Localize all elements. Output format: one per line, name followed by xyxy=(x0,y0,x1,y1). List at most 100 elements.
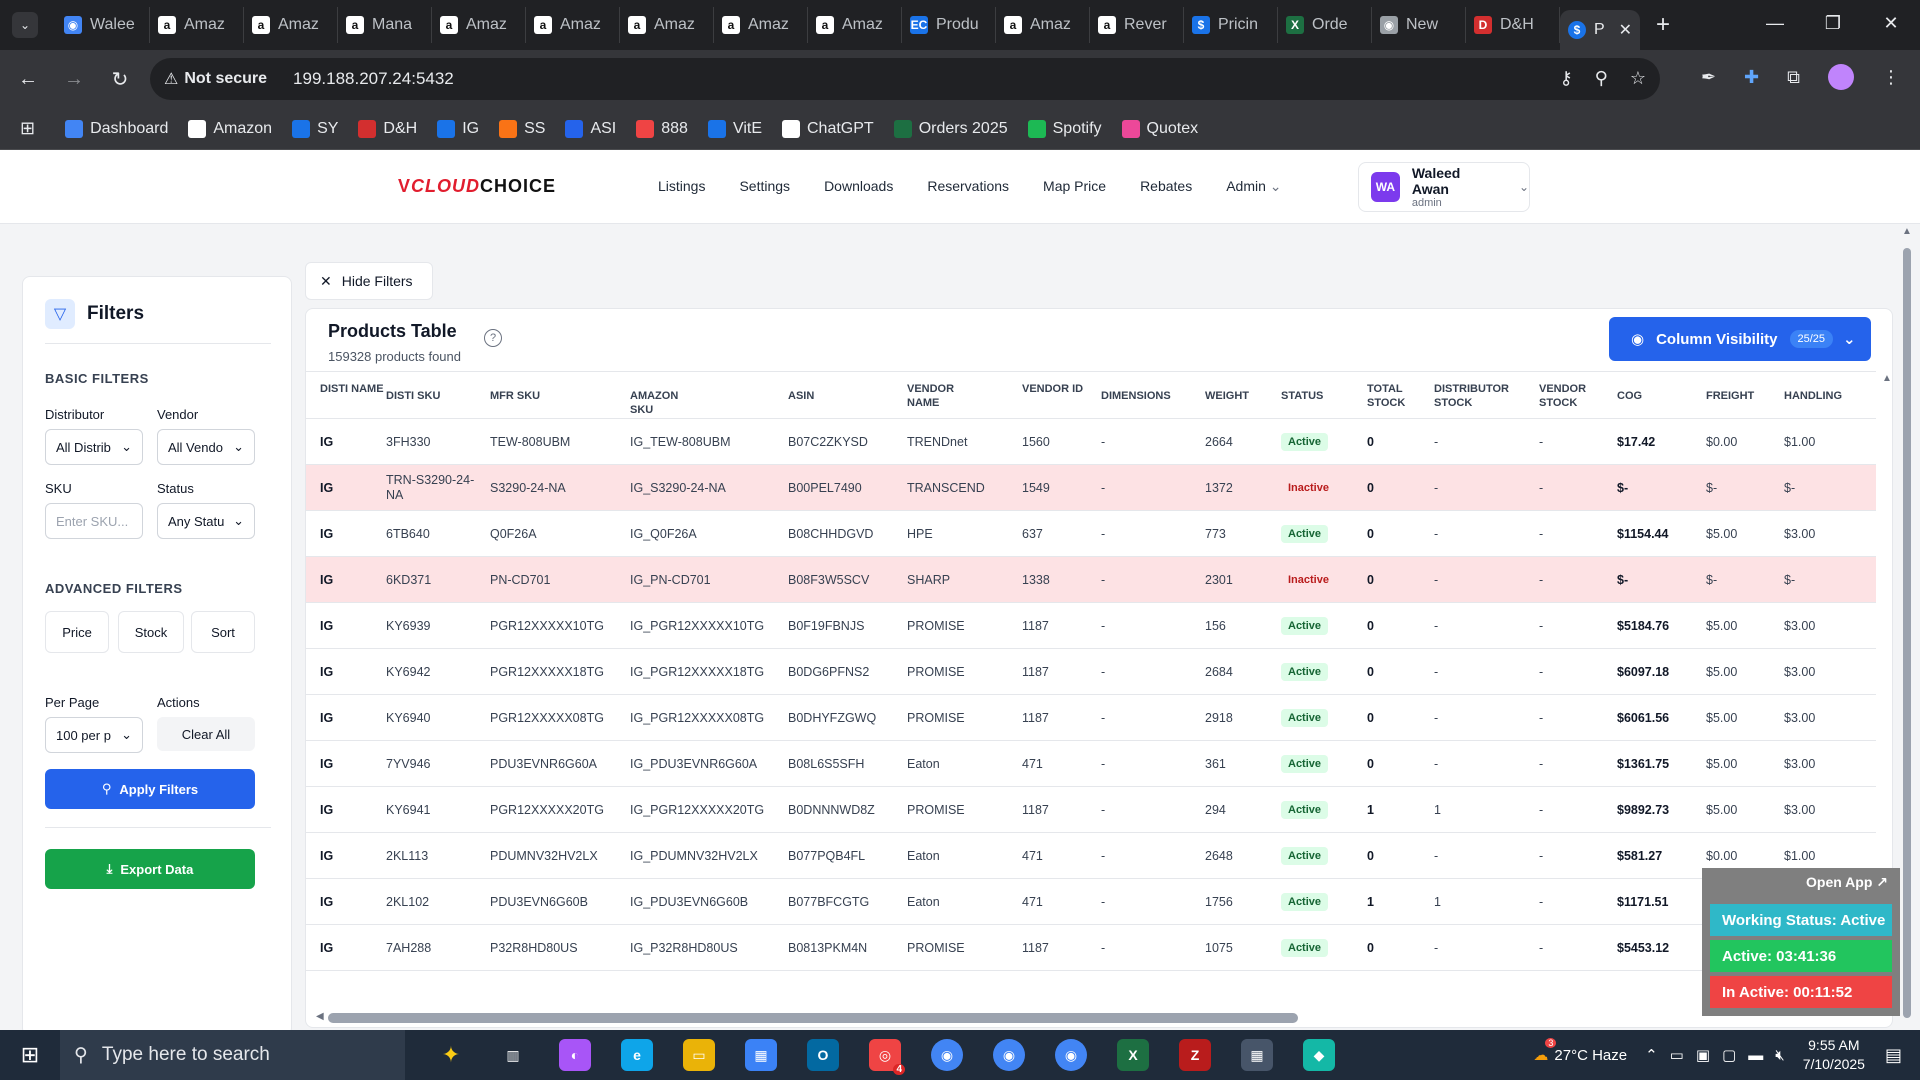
nav-map-price[interactable]: Map Price xyxy=(1043,178,1106,195)
status-select[interactable]: Any Statu ⌄ xyxy=(157,503,255,539)
bookmark-2[interactable]: SY xyxy=(292,119,338,138)
table-row[interactable]: IG KY6940 PGR12XXXXX08TG IG_PGR12XXXXX08TG B… xyxy=(306,695,1876,741)
column-header[interactable]: DIMENSIONS xyxy=(1101,389,1171,403)
chrome-icon[interactable]: ◉ xyxy=(931,1039,963,1071)
reload-icon[interactable]: ↻ xyxy=(102,67,138,92)
kebab-menu-icon[interactable]: ⋮ xyxy=(1882,67,1900,88)
price-filter-button[interactable]: Price xyxy=(45,611,109,653)
weather-icon[interactable]: ☁ 3 xyxy=(1533,1038,1557,1064)
sort-filter-button[interactable]: Sort xyxy=(191,611,255,653)
open-app-link[interactable]: Open App ↗ xyxy=(1708,874,1894,900)
bookmark-9[interactable]: ChatGPT xyxy=(782,119,874,138)
scroll-up-icon[interactable]: ▲ xyxy=(1882,373,1892,384)
tab-15[interactable]: D D&H xyxy=(1466,7,1560,43)
column-header[interactable]: HANDLING xyxy=(1784,389,1854,403)
forward-arrow-icon[interactable]: → xyxy=(56,68,92,91)
meet-now-icon[interactable]: ▣ xyxy=(1696,1046,1710,1064)
taskbar-search[interactable]: ⚲ Type here to search xyxy=(60,1030,405,1080)
bookmark-4[interactable]: IG xyxy=(437,119,479,138)
horizontal-scroll-thumb[interactable] xyxy=(328,1013,1298,1023)
column-header[interactable]: DISTRIBUTOR STOCK xyxy=(1434,382,1524,410)
tab-6[interactable]: a Amaz xyxy=(620,7,714,43)
scroll-left-icon[interactable]: ◀ xyxy=(316,1011,324,1022)
column-header[interactable]: WEIGHT xyxy=(1205,389,1275,403)
puzzle-extensions-icon[interactable]: ⧉ xyxy=(1787,67,1800,88)
tab-8[interactable]: a Amaz xyxy=(808,7,902,43)
column-header[interactable]: TOTAL STOCK xyxy=(1367,382,1437,410)
column-header[interactable]: VENDOR NAME xyxy=(907,382,977,410)
help-question-icon[interactable]: ? xyxy=(484,329,502,347)
table-row[interactable]: IG KY6939 PGR12XXXXX10TG IG_PGR12XXXXX10TG B… xyxy=(306,603,1876,649)
nav-settings[interactable]: Settings xyxy=(739,178,790,195)
column-header[interactable]: STATUS xyxy=(1281,389,1351,403)
key-icon[interactable]: ⚷ xyxy=(1559,68,1572,89)
vcloudchoice-logo[interactable]: VCLOUDCHOICE xyxy=(398,176,556,197)
table-row[interactable]: IG KY6942 PGR12XXXXX18TG IG_PGR12XXXXX18TG B… xyxy=(306,649,1876,695)
network-icon[interactable]: ▭ xyxy=(1670,1046,1684,1064)
chrome-icon[interactable]: ◉ xyxy=(1055,1039,1087,1071)
tab-1[interactable]: a Amaz xyxy=(150,7,244,43)
battery-icon[interactable]: ▬ xyxy=(1748,1047,1763,1064)
tab-7[interactable]: a Amaz xyxy=(714,7,808,43)
horizontal-scrollbar[interactable]: ◀ xyxy=(316,1009,1876,1025)
tab-11[interactable]: a Rever xyxy=(1090,7,1184,43)
star-bookmark-icon[interactable]: ☆ xyxy=(1630,68,1646,89)
bookmark-3[interactable]: D&H xyxy=(358,119,417,138)
bookmark-11[interactable]: Spotify xyxy=(1027,119,1102,138)
bookmark-6[interactable]: ASI xyxy=(565,119,616,138)
column-header[interactable]: COG xyxy=(1617,389,1687,403)
notifications-icon[interactable]: ▤ xyxy=(1885,1045,1902,1066)
restore-icon[interactable]: ❐ xyxy=(1804,0,1862,46)
bookmark-7[interactable]: 888 xyxy=(636,119,688,138)
bluestacks-icon[interactable]: ◎ 4 xyxy=(869,1039,905,1075)
tab-3[interactable]: a Mana xyxy=(338,7,432,43)
export-data-button[interactable]: ⤓ Export Data xyxy=(45,849,255,889)
vendor-select[interactable]: All Vendo ⌄ xyxy=(157,429,255,465)
vertical-scroll-thumb[interactable] xyxy=(1903,248,1911,1018)
table-row[interactable]: IG 3FH330 TEW-808UBM IG_TEW-808UBM B07C2ZKYS… xyxy=(306,419,1876,465)
system-clock[interactable]: 9:55 AM 7/10/2025 xyxy=(1803,1036,1865,1074)
nav-reservations[interactable]: Reservations xyxy=(927,178,1009,195)
file-explorer-icon[interactable]: ▭ xyxy=(683,1039,715,1071)
display-icon[interactable]: ▢ xyxy=(1722,1046,1736,1064)
table-row[interactable]: IG 6KD371 PN-CD701 IG_PN-CD701 B08F3W5SCV SHA… xyxy=(306,557,1876,603)
weather-text[interactable]: 27°C Haze xyxy=(1554,1047,1627,1064)
filezilla-icon[interactable]: Z xyxy=(1179,1039,1211,1071)
bookmark-10[interactable]: Orders 2025 xyxy=(893,119,1008,138)
windows-start-icon[interactable]: ⊞ xyxy=(0,1042,60,1068)
bookmark-0[interactable]: Dashboard xyxy=(65,119,168,138)
user-menu[interactable]: WA Waleed Awan admin ⌄ xyxy=(1358,162,1530,212)
table-row[interactable]: IG 2KL102 PDU3EVN6G60B IG_PDU3EVN6G60B B077B… xyxy=(306,879,1876,925)
nav-admin[interactable]: Admin ⌄ xyxy=(1226,178,1281,195)
sparkle-icon[interactable]: ✦ xyxy=(435,1039,467,1071)
copilot-icon[interactable]: ◐ xyxy=(559,1039,591,1071)
sku-input[interactable]: Enter SKU... xyxy=(45,503,143,539)
page-vertical-scrollbar[interactable]: ▲ xyxy=(1900,192,1914,1018)
bookmark-12[interactable]: Quotex xyxy=(1121,119,1198,138)
tab-4[interactable]: a Amaz xyxy=(432,7,526,43)
tab-0[interactable]: ◉ Walee xyxy=(56,7,150,43)
minimize-icon[interactable]: — xyxy=(1746,0,1804,46)
vpn-app-icon[interactable]: ◆ xyxy=(1303,1039,1335,1071)
table-row[interactable]: IG KY6941 PGR12XXXXX20TG IG_PGR12XXXXX20TG B… xyxy=(306,787,1876,833)
table-row[interactable]: IG 6TB640 Q0F26A IG_Q0F26A B08CHHDGVD HPE 637 -… xyxy=(306,511,1876,557)
edge-icon[interactable]: e xyxy=(621,1039,653,1071)
excel-icon[interactable]: X xyxy=(1117,1039,1149,1071)
tab-active[interactable]: $ P ✕ xyxy=(1560,10,1640,50)
column-header[interactable]: AMAZON SKU xyxy=(630,389,700,417)
nav-downloads[interactable]: Downloads xyxy=(824,178,893,195)
table-row[interactable]: IG 7AH288 P32R8HD80US IG_P32R8HD80US B0813PK… xyxy=(306,925,1876,971)
column-header[interactable]: DISTI NAME xyxy=(320,382,390,396)
tray-chevron-up-icon[interactable]: ⌃ xyxy=(1645,1046,1658,1064)
back-arrow-icon[interactable]: ← xyxy=(10,68,46,91)
profile-avatar-icon[interactable] xyxy=(1828,64,1854,90)
distributor-select[interactable]: All Distrib ⌄ xyxy=(45,429,143,465)
blue-extension-icon[interactable]: ✚ xyxy=(1744,67,1759,88)
table-row[interactable]: IG 2KL113 PDUMNV32HV2LX IG_PDUMNV32HV2LX B07… xyxy=(306,833,1876,879)
column-header[interactable]: ASIN xyxy=(788,389,858,403)
table-row[interactable]: IG 7YV946 PDU3EVNR6G60A IG_PDU3EVNR6G60A B08… xyxy=(306,741,1876,787)
stock-filter-button[interactable]: Stock xyxy=(118,611,184,653)
clear-all-button[interactable]: Clear All xyxy=(157,717,255,751)
tab-9[interactable]: EC Produ xyxy=(902,7,996,43)
feather-extension-icon[interactable]: ✒ xyxy=(1701,67,1716,88)
